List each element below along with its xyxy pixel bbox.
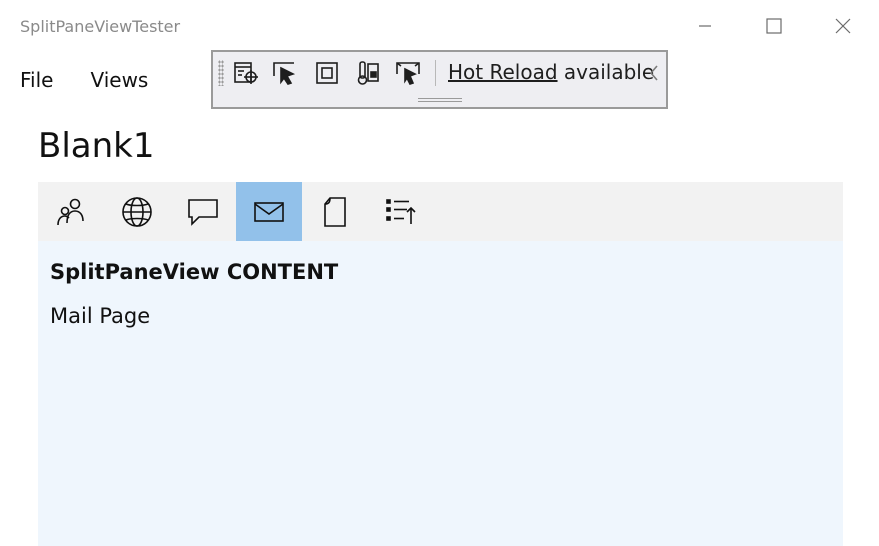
hot-reload-status: Hot Reload available xyxy=(448,60,654,84)
page-title: Blank1 xyxy=(38,126,155,166)
nav-item-globe[interactable] xyxy=(104,182,170,241)
toolbar-drag-handle[interactable] xyxy=(418,98,462,102)
mail-icon xyxy=(254,201,284,222)
nav-item-people[interactable] xyxy=(38,182,104,241)
live-visual-tree-icon xyxy=(234,62,258,84)
nav-item-message[interactable] xyxy=(170,182,236,241)
content-heading: SplitPaneView CONTENT xyxy=(50,260,339,284)
maximize-icon xyxy=(766,18,782,34)
display-layout-adorners-button[interactable] xyxy=(311,58,343,88)
track-focus-icon xyxy=(357,61,379,85)
collapse-toolbar-button[interactable] xyxy=(648,64,660,86)
select-element-icon xyxy=(273,62,296,85)
select-element-button[interactable] xyxy=(269,58,301,88)
nav-item-list-sort[interactable] xyxy=(368,182,434,241)
globe-icon xyxy=(122,196,152,227)
hot-reload-state: available xyxy=(563,60,655,84)
track-focus-button[interactable] xyxy=(352,58,384,88)
minimize-icon xyxy=(699,25,711,27)
close-button[interactable] xyxy=(820,8,866,44)
nav-item-page[interactable] xyxy=(302,182,368,241)
people-icon xyxy=(57,198,84,225)
menu-item-file[interactable]: File xyxy=(20,68,53,92)
xaml-debug-toolbar: Hot Reload available xyxy=(211,50,668,109)
window-title: SplitPaneViewTester xyxy=(20,17,181,36)
display-layout-adorners-icon xyxy=(316,62,338,84)
menu-bar: File Views xyxy=(20,68,185,92)
minimize-button[interactable] xyxy=(682,8,728,44)
show-binding-failures-button[interactable] xyxy=(392,58,424,88)
chevron-left-icon xyxy=(649,65,658,81)
toolbar-grip[interactable] xyxy=(218,60,224,86)
page-icon xyxy=(324,196,346,227)
content-page-label: Mail Page xyxy=(50,304,151,328)
menu-item-views[interactable]: Views xyxy=(90,68,148,92)
hot-reload-link[interactable]: Hot Reload xyxy=(448,60,558,84)
split-pane-content: SplitPaneView CONTENT Mail Page xyxy=(38,241,843,546)
toolbar-separator xyxy=(435,60,436,86)
nav-item-mail[interactable] xyxy=(236,182,302,241)
message-icon xyxy=(188,198,218,226)
live-visual-tree-button[interactable] xyxy=(230,58,262,88)
split-pane-nav-strip xyxy=(38,182,843,241)
close-icon xyxy=(835,18,851,34)
maximize-button[interactable] xyxy=(751,8,797,44)
show-binding-failures-icon xyxy=(396,62,420,85)
list-sort-icon xyxy=(386,198,416,224)
